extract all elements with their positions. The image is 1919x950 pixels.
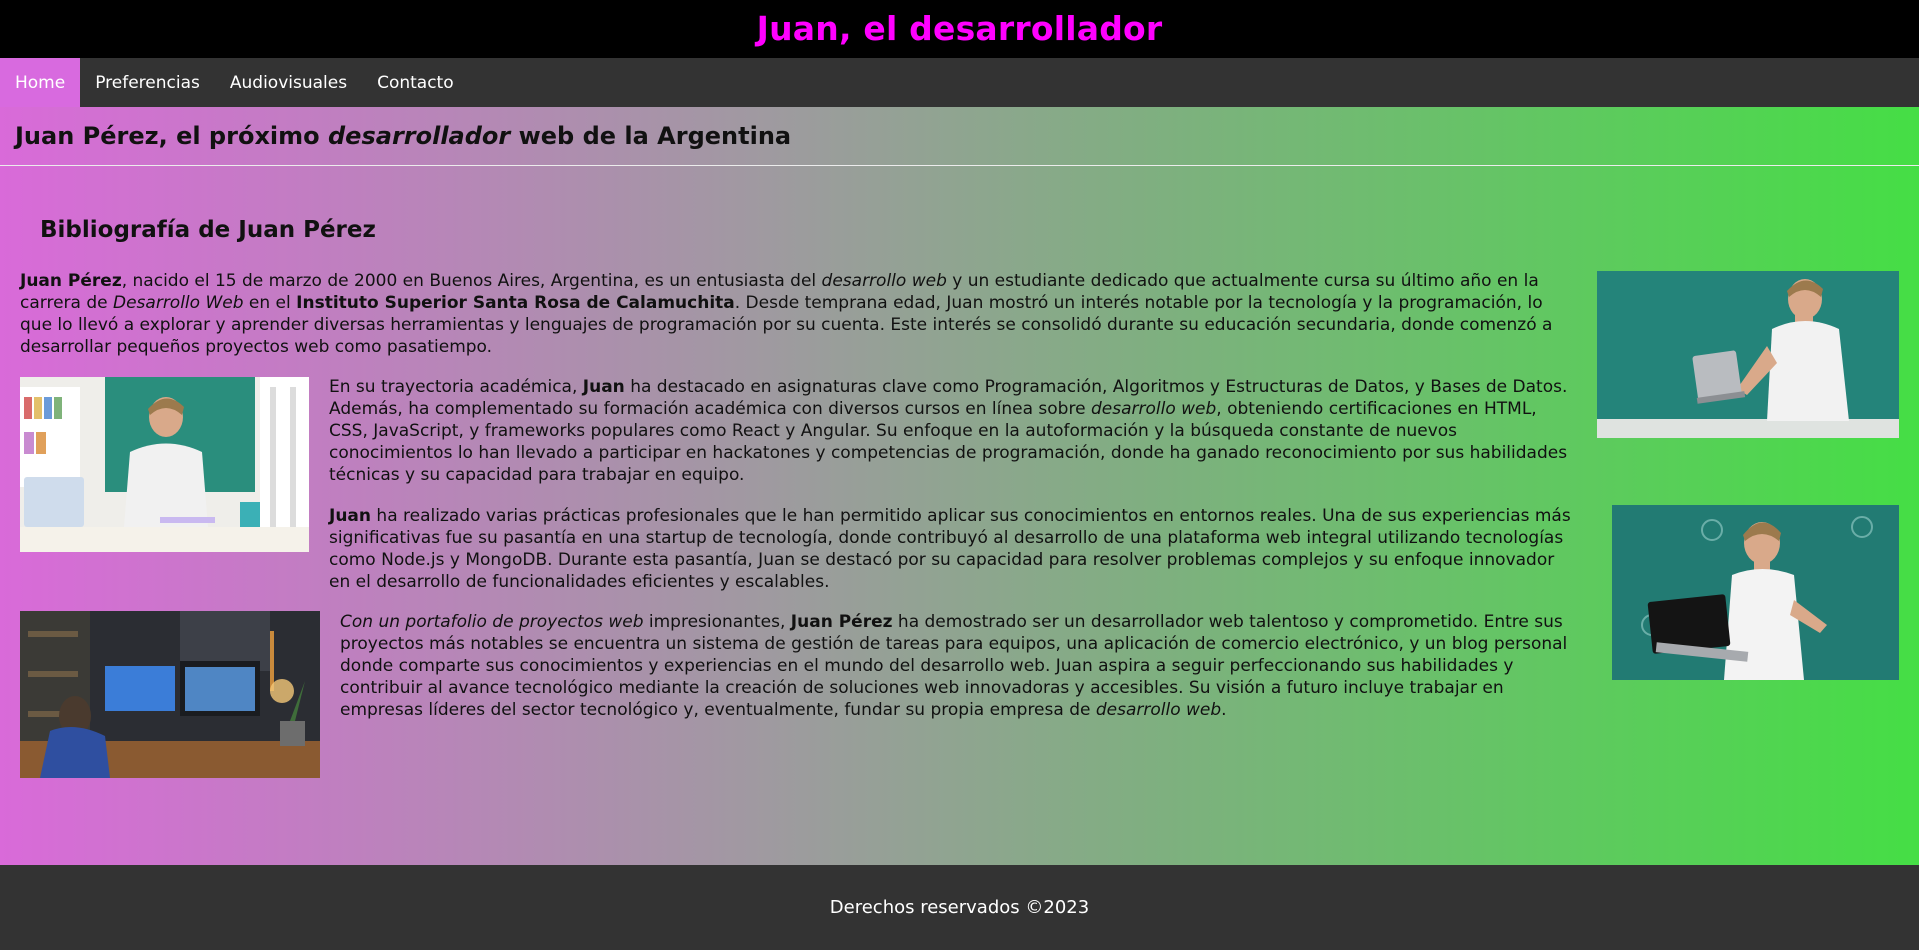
- photo-juan-classroom-desk: [20, 377, 309, 552]
- emphasis: desarrollo web: [821, 271, 947, 291]
- text-span: , nacido el 15 de marzo de 2000 en Bueno…: [121, 271, 822, 291]
- emphasis: Con un portafolio de proyectos web: [340, 612, 644, 632]
- tagline-text-end: web de la Argentina: [510, 122, 792, 150]
- photo-juan-laptop-chalkboard: [1597, 271, 1899, 438]
- emphasis: desarrollo web: [1090, 399, 1217, 419]
- text-span: En su trayectoria académica,: [329, 377, 583, 397]
- bio-paragraph-3: Juan ha realizado varias prácticas profe…: [329, 505, 1579, 593]
- nav-link-home[interactable]: Home: [0, 58, 81, 107]
- tagline-text: Juan Pérez, el próximo: [15, 122, 328, 150]
- text-span: impresionantes,: [643, 612, 791, 632]
- site-header: Juan, el desarrollador: [0, 0, 1919, 58]
- bold-institute: Instituto Superior Santa Rosa de Calamuc…: [296, 293, 735, 313]
- bold-name: Juan: [582, 377, 625, 397]
- bio-paragraph-2: En su trayectoria académica, Juan ha des…: [329, 376, 1569, 486]
- bold-name: Juan Pérez: [20, 271, 122, 291]
- bold-name: Juan Pérez: [790, 612, 893, 632]
- navbar: Home Preferencias Audiovisuales Contacto: [0, 58, 1919, 107]
- page-tagline: Juan Pérez, el próximo desarrollador web…: [0, 107, 1919, 166]
- emphasis: Desarrollo Web: [113, 293, 244, 313]
- bold-name: Juan: [329, 506, 372, 526]
- nav-link-preferencias[interactable]: Preferencias: [80, 58, 215, 107]
- text-span: ha realizado varias prácticas profesiona…: [329, 506, 1571, 592]
- main-content: Juan Pérez, el próximo desarrollador web…: [0, 107, 1919, 865]
- photo-developer-workstation: [20, 611, 320, 778]
- text-span: en el: [243, 293, 297, 313]
- bio-heading: Bibliografía de Juan Pérez: [40, 217, 376, 243]
- copyright-text: Derechos reservados ©2023: [829, 897, 1090, 918]
- photo-juan-excited-laptop: [1612, 505, 1899, 680]
- nav-link-audiovisuales[interactable]: Audiovisuales: [215, 58, 362, 107]
- tagline-emphasis: desarrollador: [328, 122, 511, 150]
- bio-paragraph-4: Con un portafolio de proyectos web impre…: [340, 611, 1590, 721]
- nav-link-contacto[interactable]: Contacto: [362, 58, 469, 107]
- text-span: .: [1221, 700, 1227, 720]
- emphasis: desarrollo web: [1095, 700, 1222, 720]
- site-title: Juan, el desarrollador: [756, 9, 1163, 48]
- bio-paragraph-1: Juan Pérez, nacido el 15 de marzo de 200…: [20, 270, 1580, 358]
- site-footer: Derechos reservados ©2023: [0, 865, 1919, 950]
